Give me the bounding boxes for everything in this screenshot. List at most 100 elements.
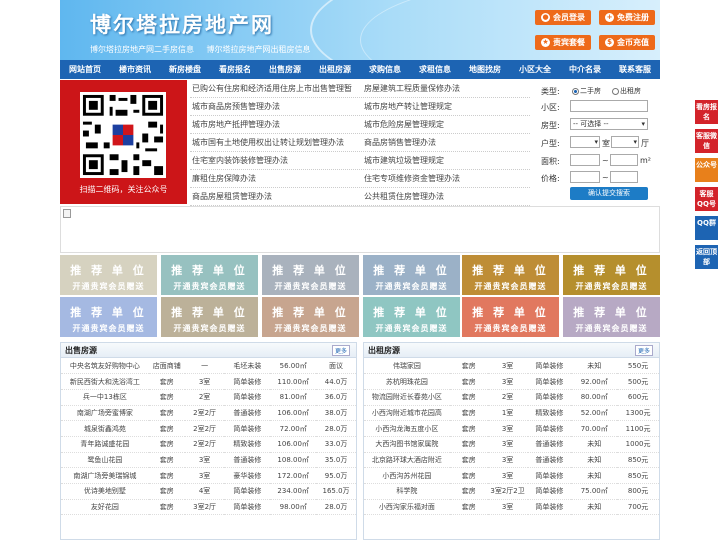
house-type-select[interactable]: -- 可选择 -- ▾ bbox=[570, 118, 648, 130]
table-row[interactable]: 新民西街大和洗浴湾工 套房 3室 简单装修 110.00㎡ 44.0万 bbox=[61, 373, 356, 390]
policy-link[interactable]: 公共租赁住房管理办法 bbox=[364, 191, 444, 202]
nav-item[interactable]: 看房报名 bbox=[210, 60, 260, 79]
float-button[interactable]: 客服QQ号 bbox=[695, 187, 718, 211]
policy-link[interactable]: 城市商品房预售管理办法 bbox=[192, 101, 280, 112]
sale-more-link[interactable]: 更多 bbox=[331, 345, 350, 356]
nav-item[interactable]: 地图找房 bbox=[460, 60, 510, 79]
policy-link[interactable]: 房屋建筑工程质量保修办法 bbox=[364, 83, 460, 94]
table-row[interactable]: 南湖广场旁蜜博家 套房 2室2厅 普通装修 106.00㎡ 38.0万 bbox=[61, 405, 356, 422]
table-row[interactable]: 友好花园 套房 3室2厅 简单装修 98.00㎡ 28.0万 bbox=[61, 499, 356, 516]
search-submit-button[interactable]: 确认提交搜索 bbox=[570, 187, 648, 200]
policy-link[interactable]: 城市建筑垃圾管理规定 bbox=[364, 155, 444, 166]
policy-link[interactable]: 住宅室内装饰装修管理办法 bbox=[192, 155, 288, 166]
float-button[interactable]: 看房报名 bbox=[695, 100, 718, 124]
nav-item[interactable]: 联系客服 bbox=[610, 60, 660, 79]
site-title[interactable]: 博尔塔拉房地产网 bbox=[90, 9, 274, 39]
nav-item[interactable]: 中介名录 bbox=[560, 60, 610, 79]
table-row[interactable]: 小西沟苏州花园 套房 3室 简单装修 未知 850元 bbox=[364, 467, 659, 484]
table-row[interactable]: 鹭鱼山花园 套房 3室 普通装修 108.00㎡ 35.0万 bbox=[61, 452, 356, 469]
float-button[interactable]: QQ群 bbox=[695, 216, 718, 240]
nav-item[interactable]: 新房楼盘 bbox=[160, 60, 210, 79]
vip-package-button[interactable]: ★ 责宾套餐 bbox=[535, 35, 591, 50]
table-row[interactable]: 优诗美地别墅 套房 4室 简单装修 234.00㎡ 165.0万 bbox=[61, 483, 356, 500]
banner-image[interactable] bbox=[60, 206, 660, 253]
nav-item[interactable]: 网站首页 bbox=[60, 60, 110, 79]
table-cell[interactable]: 青年路诚盛花园 bbox=[61, 436, 149, 453]
table-cell[interactable]: 友好花园 bbox=[61, 499, 149, 516]
table-row[interactable]: 兵一中13栋区 套房 2室 简单装修 81.00㎡ 36.0万 bbox=[61, 389, 356, 406]
subtitle-rent[interactable]: 博尔塔拉房地产网出租房信息 bbox=[207, 45, 311, 54]
ad-slot[interactable]: 推 荐 单 位开通贵宾会员赠送 bbox=[363, 255, 460, 295]
price-min-input[interactable] bbox=[570, 171, 600, 183]
policy-link[interactable]: 城市房地产转让管理规定 bbox=[364, 101, 452, 112]
table-cell[interactable]: 小西沟家乐福对面 bbox=[364, 499, 450, 516]
ad-slot[interactable]: 推 荐 单 位开通贵宾会员赠送 bbox=[563, 255, 660, 295]
table-row[interactable]: 青年路诚盛花园 套房 2室2厅 精致装修 106.00㎡ 33.0万 bbox=[61, 436, 356, 453]
policy-link[interactable]: 城市危险房屋管理规定 bbox=[364, 119, 444, 130]
table-row[interactable]: 北京路环球大酒店附近 套房 3室 普通装修 未知 850元 bbox=[364, 452, 659, 469]
policy-link[interactable]: 城市房地产抵押管理办法 bbox=[192, 119, 280, 130]
ad-slot[interactable]: 推 荐 单 位开通贵宾会员赠送 bbox=[262, 297, 359, 337]
table-cell[interactable]: 大西沟图书馆家属院 bbox=[364, 436, 450, 453]
table-row[interactable]: 大西沟图书馆家属院 套房 3室 普通装修 未知 1000元 bbox=[364, 436, 659, 453]
table-cell[interactable]: 科学院 bbox=[364, 483, 450, 500]
ad-slot[interactable]: 推 荐 单 位开通贵宾会员赠送 bbox=[563, 297, 660, 337]
table-row[interactable]: 物流园附近长春苑小区 套房 2室 简单装修 80.00㎡ 600元 bbox=[364, 389, 659, 406]
table-cell[interactable]: 南湖广场旁蜜博家 bbox=[61, 405, 149, 422]
policy-link[interactable]: 商品房屋租赁管理办法 bbox=[192, 191, 272, 202]
recharge-button[interactable]: $ 金币充值 bbox=[599, 35, 655, 50]
ad-slot[interactable]: 推 荐 单 位开通贵宾会员赠送 bbox=[462, 297, 559, 337]
nav-item[interactable]: 小区大全 bbox=[510, 60, 560, 79]
table-cell[interactable]: 伟瑞家园 bbox=[364, 358, 450, 375]
nav-item[interactable]: 出售房源 bbox=[260, 60, 310, 79]
table-row[interactable]: 苏杭明珠花园 套房 3室 简单装修 92.00㎡ 500元 bbox=[364, 373, 659, 390]
ad-slot[interactable]: 推 荐 单 位开通贵宾会员赠送 bbox=[161, 255, 258, 295]
ad-slot[interactable]: 推 荐 单 位开通贵宾会员赠送 bbox=[262, 255, 359, 295]
float-button[interactable]: 公众号 bbox=[695, 158, 718, 182]
login-button[interactable]: ● 会员登录 bbox=[535, 10, 591, 25]
table-cell[interactable]: 新民西街大和洗浴湾工 bbox=[61, 373, 149, 390]
table-cell[interactable]: 小西沟苏州花园 bbox=[364, 467, 450, 484]
table-cell[interactable]: 鹭鱼山花园 bbox=[61, 452, 149, 469]
ad-slot[interactable]: 推 荐 单 位开通贵宾会员赠送 bbox=[363, 297, 460, 337]
table-cell[interactable]: 城泉街鑫鸿苑 bbox=[61, 420, 149, 437]
ad-slot[interactable]: 推 荐 单 位开通贵宾会员赠送 bbox=[60, 297, 157, 337]
float-button[interactable]: 客服微信 bbox=[695, 129, 718, 153]
table-cell[interactable]: 北京路环球大酒店附近 bbox=[364, 452, 450, 469]
ad-slot[interactable]: 推 荐 单 位开通贵宾会员赠送 bbox=[60, 255, 157, 295]
nav-item[interactable]: 求租信息 bbox=[410, 60, 460, 79]
table-row[interactable]: 城泉街鑫鸿苑 套房 2室2厅 简单装修 72.00㎡ 28.0万 bbox=[61, 420, 356, 437]
table-row[interactable]: 小西沟龙海五度小区 套房 3室 简单装修 70.00㎡ 1100元 bbox=[364, 420, 659, 437]
radio-secondhand[interactable]: 二手房 bbox=[572, 86, 601, 96]
rent-more-link[interactable]: 更多 bbox=[634, 345, 653, 356]
table-row[interactable]: 小西沟附近城市花园高 套房 1室 精致装修 52.00㎡ 1300元 bbox=[364, 405, 659, 422]
ad-slot[interactable]: 推 荐 单 位开通贵宾会员赠送 bbox=[462, 255, 559, 295]
table-row[interactable]: 科学院 套房 3室2厅2卫 简单装修 75.00㎡ 800元 bbox=[364, 483, 659, 500]
policy-link[interactable]: 城市国有土地使用权出让转让规划管理办法 bbox=[192, 137, 344, 148]
table-cell[interactable]: 小西沟附近城市花园高 bbox=[364, 405, 450, 422]
radio-rent[interactable]: 出租房 bbox=[612, 86, 641, 96]
float-button[interactable]: 返回顶部 bbox=[695, 245, 718, 269]
nav-item[interactable]: 出租房源 bbox=[310, 60, 360, 79]
policy-link[interactable]: 已购公有住房和经济适用住房上市出售管理暂 bbox=[192, 83, 352, 94]
table-row[interactable]: 南湖广场旁美瑞锦城 套房 3室 豪华装修 172.00㎡ 95.0万 bbox=[61, 467, 356, 484]
table-cell[interactable]: 中央名筑友好购物中心 bbox=[61, 358, 149, 375]
price-max-input[interactable] bbox=[610, 171, 638, 183]
table-cell[interactable]: 南湖广场旁美瑞锦城 bbox=[61, 467, 149, 484]
policy-link[interactable]: 廉租住房保障办法 bbox=[192, 173, 256, 184]
table-cell[interactable]: 优诗美地别墅 bbox=[61, 483, 149, 500]
table-row[interactable]: 伟瑞家园 套房 3室 简单装修 未知 550元 bbox=[364, 358, 659, 375]
size-min-input[interactable] bbox=[570, 154, 600, 166]
table-cell[interactable]: 物流园附近长春苑小区 bbox=[364, 389, 450, 406]
table-row[interactable]: 中央名筑友好购物中心 店面商铺一毛坯未装 56.00㎡ 面议 bbox=[61, 358, 356, 375]
policy-link[interactable]: 住宅专项维修资金管理办法 bbox=[364, 173, 460, 184]
room-select[interactable]: ▾ bbox=[570, 136, 600, 148]
size-max-input[interactable] bbox=[610, 154, 638, 166]
table-cell[interactable]: 小西沟龙海五度小区 bbox=[364, 420, 450, 437]
table-cell[interactable]: 兵一中13栋区 bbox=[61, 389, 149, 406]
ad-slot[interactable]: 推 荐 单 位开通贵宾会员赠送 bbox=[161, 297, 258, 337]
subtitle-sale[interactable]: 博尔塔拉房地产网二手房信息 bbox=[90, 45, 194, 54]
policy-link[interactable]: 商品房销售管理办法 bbox=[364, 137, 436, 148]
table-cell[interactable]: 苏杭明珠花园 bbox=[364, 373, 450, 390]
hall-select[interactable]: ▾ bbox=[611, 136, 639, 148]
